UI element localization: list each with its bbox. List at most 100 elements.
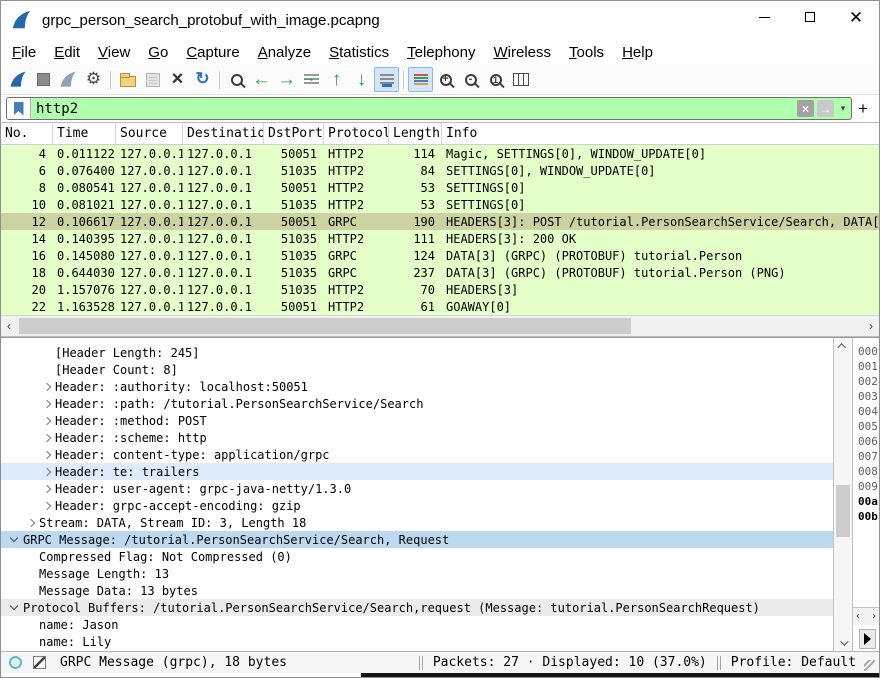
column-header-dstport[interactable]: DstPort (264, 123, 324, 144)
menu-help[interactable]: Help (613, 42, 662, 63)
packet-row-12[interactable]: 120.106617127.0.0.1127.0.0.150051GRPC190… (1, 213, 879, 230)
column-header-destination[interactable]: Destination (183, 123, 264, 144)
menu-telephony[interactable]: Telephony (398, 42, 484, 63)
scroll-left-icon[interactable]: ‹ (1, 316, 17, 336)
detail-line[interactable]: Message Length: 13 (1, 565, 833, 582)
detail-line[interactable]: Header: :method: POST (1, 412, 833, 429)
colorize-icon[interactable] (408, 67, 433, 92)
detail-line[interactable]: Header: content-type: application/grpc (1, 446, 833, 463)
expand-pane-button[interactable] (859, 629, 876, 649)
packet-row-16[interactable]: 160.145080127.0.0.1127.0.0.151035GRPC124… (1, 247, 879, 264)
zoom-out-icon[interactable] (458, 67, 483, 92)
column-header-source[interactable]: Source (116, 123, 183, 144)
bytes-scroll-right-icon[interactable]: › (871, 611, 877, 622)
detail-line[interactable]: Message Data: 13 bytes (1, 582, 833, 599)
packet-row-22[interactable]: 221.163528127.0.0.1127.0.0.150051HTTP261… (1, 298, 879, 315)
detail-line[interactable]: Stream: DATA, Stream ID: 3, Length 18 (1, 514, 833, 531)
go-to-packet-icon[interactable] (299, 67, 324, 92)
display-filter-field[interactable]: http2 × → ▾ (6, 97, 852, 120)
scroll-down-icon[interactable] (834, 635, 852, 651)
chevron-down-icon[interactable] (7, 531, 23, 548)
capture-comment-icon[interactable] (33, 656, 46, 669)
go-first-icon[interactable] (324, 67, 349, 92)
column-header-info[interactable]: Info (442, 123, 879, 144)
vscroll-thumb[interactable] (836, 485, 850, 537)
resize-columns-icon[interactable] (508, 67, 533, 92)
column-header-no[interactable]: No. (1, 123, 53, 144)
menu-tools[interactable]: Tools (560, 42, 613, 63)
column-header-time[interactable]: Time (53, 123, 116, 144)
packet-row-18[interactable]: 180.644030127.0.0.1127.0.0.151035GRPC237… (1, 264, 879, 281)
save-file-icon[interactable] (140, 67, 165, 92)
packet-list-hscrollbar[interactable]: ‹ › (1, 315, 879, 337)
status-profile[interactable]: Profile: Default (731, 655, 856, 670)
filter-clear-button[interactable]: × (797, 100, 814, 117)
filter-add-button[interactable]: + (852, 99, 874, 119)
expert-info-icon[interactable] (9, 656, 22, 669)
stop-capture-icon[interactable] (31, 67, 56, 92)
detail-line[interactable]: GRPC Message: /tutorial.PersonSearchServ… (1, 531, 833, 548)
menu-analyze[interactable]: Analyze (249, 42, 320, 63)
scroll-right-icon[interactable]: › (863, 316, 879, 336)
packet-row-4[interactable]: 40.011122127.0.0.1127.0.0.150051HTTP2114… (1, 145, 879, 162)
detail-line[interactable]: [Header Count: 8] (1, 361, 833, 378)
detail-line[interactable]: Protocol Buffers: /tutorial.PersonSearch… (1, 599, 833, 616)
open-file-icon[interactable] (115, 67, 140, 92)
maximize-button[interactable] (787, 1, 833, 33)
packet-row-10[interactable]: 100.081021127.0.0.1127.0.0.151035HTTP253… (1, 196, 879, 213)
scroll-up-icon[interactable] (834, 338, 852, 354)
packet-row-6[interactable]: 60.076400127.0.0.1127.0.0.151035HTTP284S… (1, 162, 879, 179)
chevron-down-icon[interactable] (7, 599, 23, 616)
chevron-right-icon[interactable] (39, 480, 55, 497)
chevron-right-icon[interactable] (39, 497, 55, 514)
filter-dropdown-button[interactable]: ▾ (837, 103, 849, 114)
go-forward-icon[interactable] (274, 67, 299, 92)
detail-line[interactable]: Header: user-agent: grpc-java-netty/1.3.… (1, 480, 833, 497)
minimize-button[interactable] (741, 1, 787, 33)
chevron-right-icon[interactable] (39, 463, 55, 480)
bytes-scroll-left-icon[interactable]: ‹ (855, 611, 861, 622)
zoom-in-icon[interactable] (433, 67, 458, 92)
auto-scroll-icon[interactable] (374, 67, 399, 92)
filter-bookmark-button[interactable] (7, 98, 31, 119)
menu-go[interactable]: Go (139, 42, 177, 63)
detail-line[interactable]: name: Lily (1, 633, 833, 650)
detail-line[interactable]: Header: :authority: localhost:50051 (1, 378, 833, 395)
detail-line[interactable]: name: Jason (1, 616, 833, 633)
chevron-right-icon[interactable] (39, 395, 55, 412)
go-back-icon[interactable] (249, 67, 274, 92)
wireshark-fin-icon[interactable] (6, 67, 31, 92)
filter-input[interactable]: http2 (31, 101, 797, 117)
close-button[interactable]: ✕ (833, 1, 879, 33)
chevron-right-icon[interactable] (39, 446, 55, 463)
column-header-length[interactable]: Length (389, 123, 442, 144)
detail-line[interactable]: Compressed Flag: Not Compressed (0) (1, 548, 833, 565)
packet-row-8[interactable]: 80.080541127.0.0.1127.0.0.150051HTTP253S… (1, 179, 879, 196)
detail-line[interactable]: [Header Length: 245] (1, 344, 833, 361)
detail-line[interactable]: Header: grpc-accept-encoding: gzip (1, 497, 833, 514)
hscroll-thumb[interactable] (19, 318, 631, 334)
menu-edit[interactable]: Edit (45, 42, 89, 63)
filter-apply-button[interactable]: → (817, 100, 834, 117)
detail-line[interactable]: Header: :scheme: http (1, 429, 833, 446)
close-capture-icon[interactable] (165, 67, 190, 92)
restart-capture-icon[interactable] (56, 67, 81, 92)
menu-view[interactable]: View (89, 42, 139, 63)
reload-icon[interactable] (190, 67, 215, 92)
menu-file[interactable]: File (3, 42, 45, 63)
chevron-right-icon[interactable] (39, 378, 55, 395)
chevron-right-icon[interactable] (39, 429, 55, 446)
menu-capture[interactable]: Capture (177, 42, 248, 63)
menu-wireless[interactable]: Wireless (485, 42, 561, 63)
packet-row-14[interactable]: 140.140395127.0.0.1127.0.0.151035HTTP211… (1, 230, 879, 247)
go-last-icon[interactable] (349, 67, 374, 92)
column-header-protocol[interactable]: Protocol (324, 123, 389, 144)
bytes-hscrollbar[interactable]: ‹ › (853, 607, 879, 625)
capture-options-icon[interactable] (81, 67, 106, 92)
resize-grip[interactable] (864, 660, 875, 671)
packet-row-20[interactable]: 201.157076127.0.0.1127.0.0.151035HTTP270… (1, 281, 879, 298)
zoom-original-icon[interactable] (483, 67, 508, 92)
detail-line[interactable]: Header: :path: /tutorial.PersonSearchSer… (1, 395, 833, 412)
chevron-right-icon[interactable] (23, 514, 39, 531)
detail-line[interactable]: Header: te: trailers (1, 463, 833, 480)
